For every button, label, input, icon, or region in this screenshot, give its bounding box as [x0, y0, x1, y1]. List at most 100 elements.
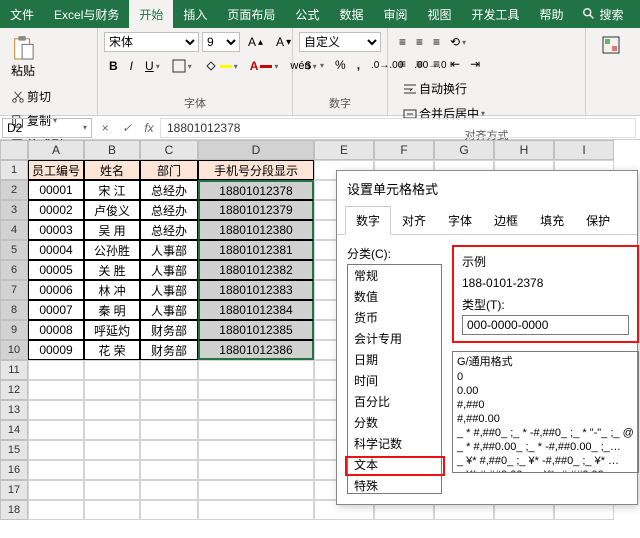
- cell[interactable]: [198, 460, 314, 480]
- format-code-item[interactable]: G/通用格式: [453, 352, 638, 370]
- category-item[interactable]: 文本: [348, 454, 441, 475]
- accounting-format-button[interactable]: $▾: [299, 55, 329, 75]
- row-header[interactable]: 6: [0, 260, 28, 280]
- cell[interactable]: [140, 360, 198, 380]
- cell[interactable]: 18801012380: [198, 220, 314, 240]
- increase-indent-button[interactable]: ⇥: [465, 54, 485, 74]
- wrap-text-button[interactable]: 自动换行: [398, 77, 490, 100]
- format-code-item[interactable]: 0: [453, 370, 638, 384]
- cell[interactable]: [198, 360, 314, 380]
- cell[interactable]: [140, 420, 198, 440]
- format-code-item[interactable]: _ ¥* #,##0_ ;_ ¥* -#,##0_ ;_ ¥* …: [453, 454, 638, 468]
- row-header[interactable]: 16: [0, 460, 28, 480]
- cell[interactable]: 秦 明: [84, 300, 140, 320]
- row-header[interactable]: 17: [0, 480, 28, 500]
- cell[interactable]: [84, 440, 140, 460]
- cell[interactable]: [28, 460, 84, 480]
- bold-button[interactable]: B: [104, 56, 123, 76]
- col-header-A[interactable]: A: [28, 140, 84, 160]
- name-box[interactable]: D2▾: [2, 118, 92, 138]
- format-code-item[interactable]: _ * #,##0_ ;_ * -#,##0_ ;_ * "-"_ ;_ @: [453, 426, 638, 440]
- dialog-tab-fill[interactable]: 填充: [529, 206, 575, 235]
- tab-home[interactable]: 开始: [129, 0, 173, 28]
- align-center-button[interactable]: ≡: [411, 54, 428, 74]
- format-code-item[interactable]: #,##0: [453, 398, 638, 412]
- cell[interactable]: 00009: [28, 340, 84, 360]
- cell[interactable]: 总经办: [140, 220, 198, 240]
- row-header[interactable]: 10: [0, 340, 28, 360]
- cell[interactable]: [198, 380, 314, 400]
- italic-button[interactable]: I: [125, 56, 138, 76]
- comma-button[interactable]: ,: [352, 55, 365, 75]
- underline-button[interactable]: U▾: [140, 56, 165, 76]
- cell[interactable]: 00002: [28, 200, 84, 220]
- cell[interactable]: 18801012382: [198, 260, 314, 280]
- increase-font-button[interactable]: A▴: [243, 32, 268, 52]
- cell[interactable]: 林 冲: [84, 280, 140, 300]
- cell[interactable]: 18801012381: [198, 240, 314, 260]
- conditional-formatting-button[interactable]: [596, 32, 626, 58]
- col-header-B[interactable]: B: [84, 140, 140, 160]
- category-item[interactable]: 分数: [348, 412, 441, 433]
- cell[interactable]: [198, 480, 314, 500]
- dialog-tab-border[interactable]: 边框: [483, 206, 529, 235]
- cell[interactable]: [28, 480, 84, 500]
- enter-button[interactable]: ✓: [116, 121, 138, 135]
- col-header-I[interactable]: I: [554, 140, 614, 160]
- row-header[interactable]: 5: [0, 240, 28, 260]
- cell[interactable]: [84, 380, 140, 400]
- tab-insert[interactable]: 插入: [173, 0, 217, 28]
- number-format-select[interactable]: 自定义: [299, 32, 381, 52]
- cell[interactable]: 人事部: [140, 280, 198, 300]
- formula-bar[interactable]: 18801012378: [160, 118, 636, 138]
- cell[interactable]: 18801012386: [198, 340, 314, 360]
- cell[interactable]: [84, 480, 140, 500]
- category-item[interactable]: 日期: [348, 349, 441, 370]
- cell[interactable]: 关 胜: [84, 260, 140, 280]
- cell[interactable]: [140, 380, 198, 400]
- dialog-tab-alignment[interactable]: 对齐: [391, 206, 437, 235]
- search-box[interactable]: 搜索: [582, 6, 624, 23]
- cell[interactable]: 00006: [28, 280, 84, 300]
- cell[interactable]: 人事部: [140, 300, 198, 320]
- row-header[interactable]: 12: [0, 380, 28, 400]
- cell[interactable]: [198, 420, 314, 440]
- cell[interactable]: 00005: [28, 260, 84, 280]
- category-item[interactable]: 数值: [348, 286, 441, 307]
- orientation-button[interactable]: ⟲▾: [445, 32, 471, 52]
- category-list[interactable]: 常规数值货币会计专用日期时间百分比分数科学记数文本特殊自定义: [347, 264, 442, 494]
- header-cell[interactable]: 员工编号: [28, 160, 84, 180]
- category-item[interactable]: 特殊: [348, 475, 441, 494]
- category-item[interactable]: 常规: [348, 265, 441, 286]
- dialog-tab-number[interactable]: 数字: [345, 206, 391, 235]
- category-item[interactable]: 科学记数: [348, 433, 441, 454]
- cell[interactable]: 18801012378: [198, 180, 314, 200]
- cell[interactable]: 公孙胜: [84, 240, 140, 260]
- cell[interactable]: 总经办: [140, 200, 198, 220]
- dialog-tab-font[interactable]: 字体: [437, 206, 483, 235]
- cell[interactable]: 18801012384: [198, 300, 314, 320]
- cell[interactable]: 呼延灼: [84, 320, 140, 340]
- cell[interactable]: 人事部: [140, 240, 198, 260]
- category-item[interactable]: 时间: [348, 370, 441, 391]
- cell[interactable]: [28, 400, 84, 420]
- cell[interactable]: [84, 420, 140, 440]
- row-header[interactable]: 9: [0, 320, 28, 340]
- tab-help[interactable]: 帮助: [530, 0, 574, 28]
- tab-view[interactable]: 视图: [417, 0, 461, 28]
- align-bottom-button[interactable]: ≡: [428, 32, 445, 52]
- cell[interactable]: [84, 360, 140, 380]
- cell[interactable]: [28, 380, 84, 400]
- align-left-button[interactable]: ≡: [394, 54, 411, 74]
- fx-button[interactable]: fx: [138, 121, 160, 135]
- cell[interactable]: 吴 用: [84, 220, 140, 240]
- tab-excel-finance[interactable]: Excel与财务: [44, 0, 129, 28]
- format-code-item[interactable]: #,##0.00: [453, 412, 638, 426]
- row-header[interactable]: 4: [0, 220, 28, 240]
- cell[interactable]: [84, 500, 140, 520]
- cell[interactable]: [140, 400, 198, 420]
- cell[interactable]: [198, 400, 314, 420]
- header-cell[interactable]: 姓名: [84, 160, 140, 180]
- row-header[interactable]: 13: [0, 400, 28, 420]
- row-header[interactable]: 18: [0, 500, 28, 520]
